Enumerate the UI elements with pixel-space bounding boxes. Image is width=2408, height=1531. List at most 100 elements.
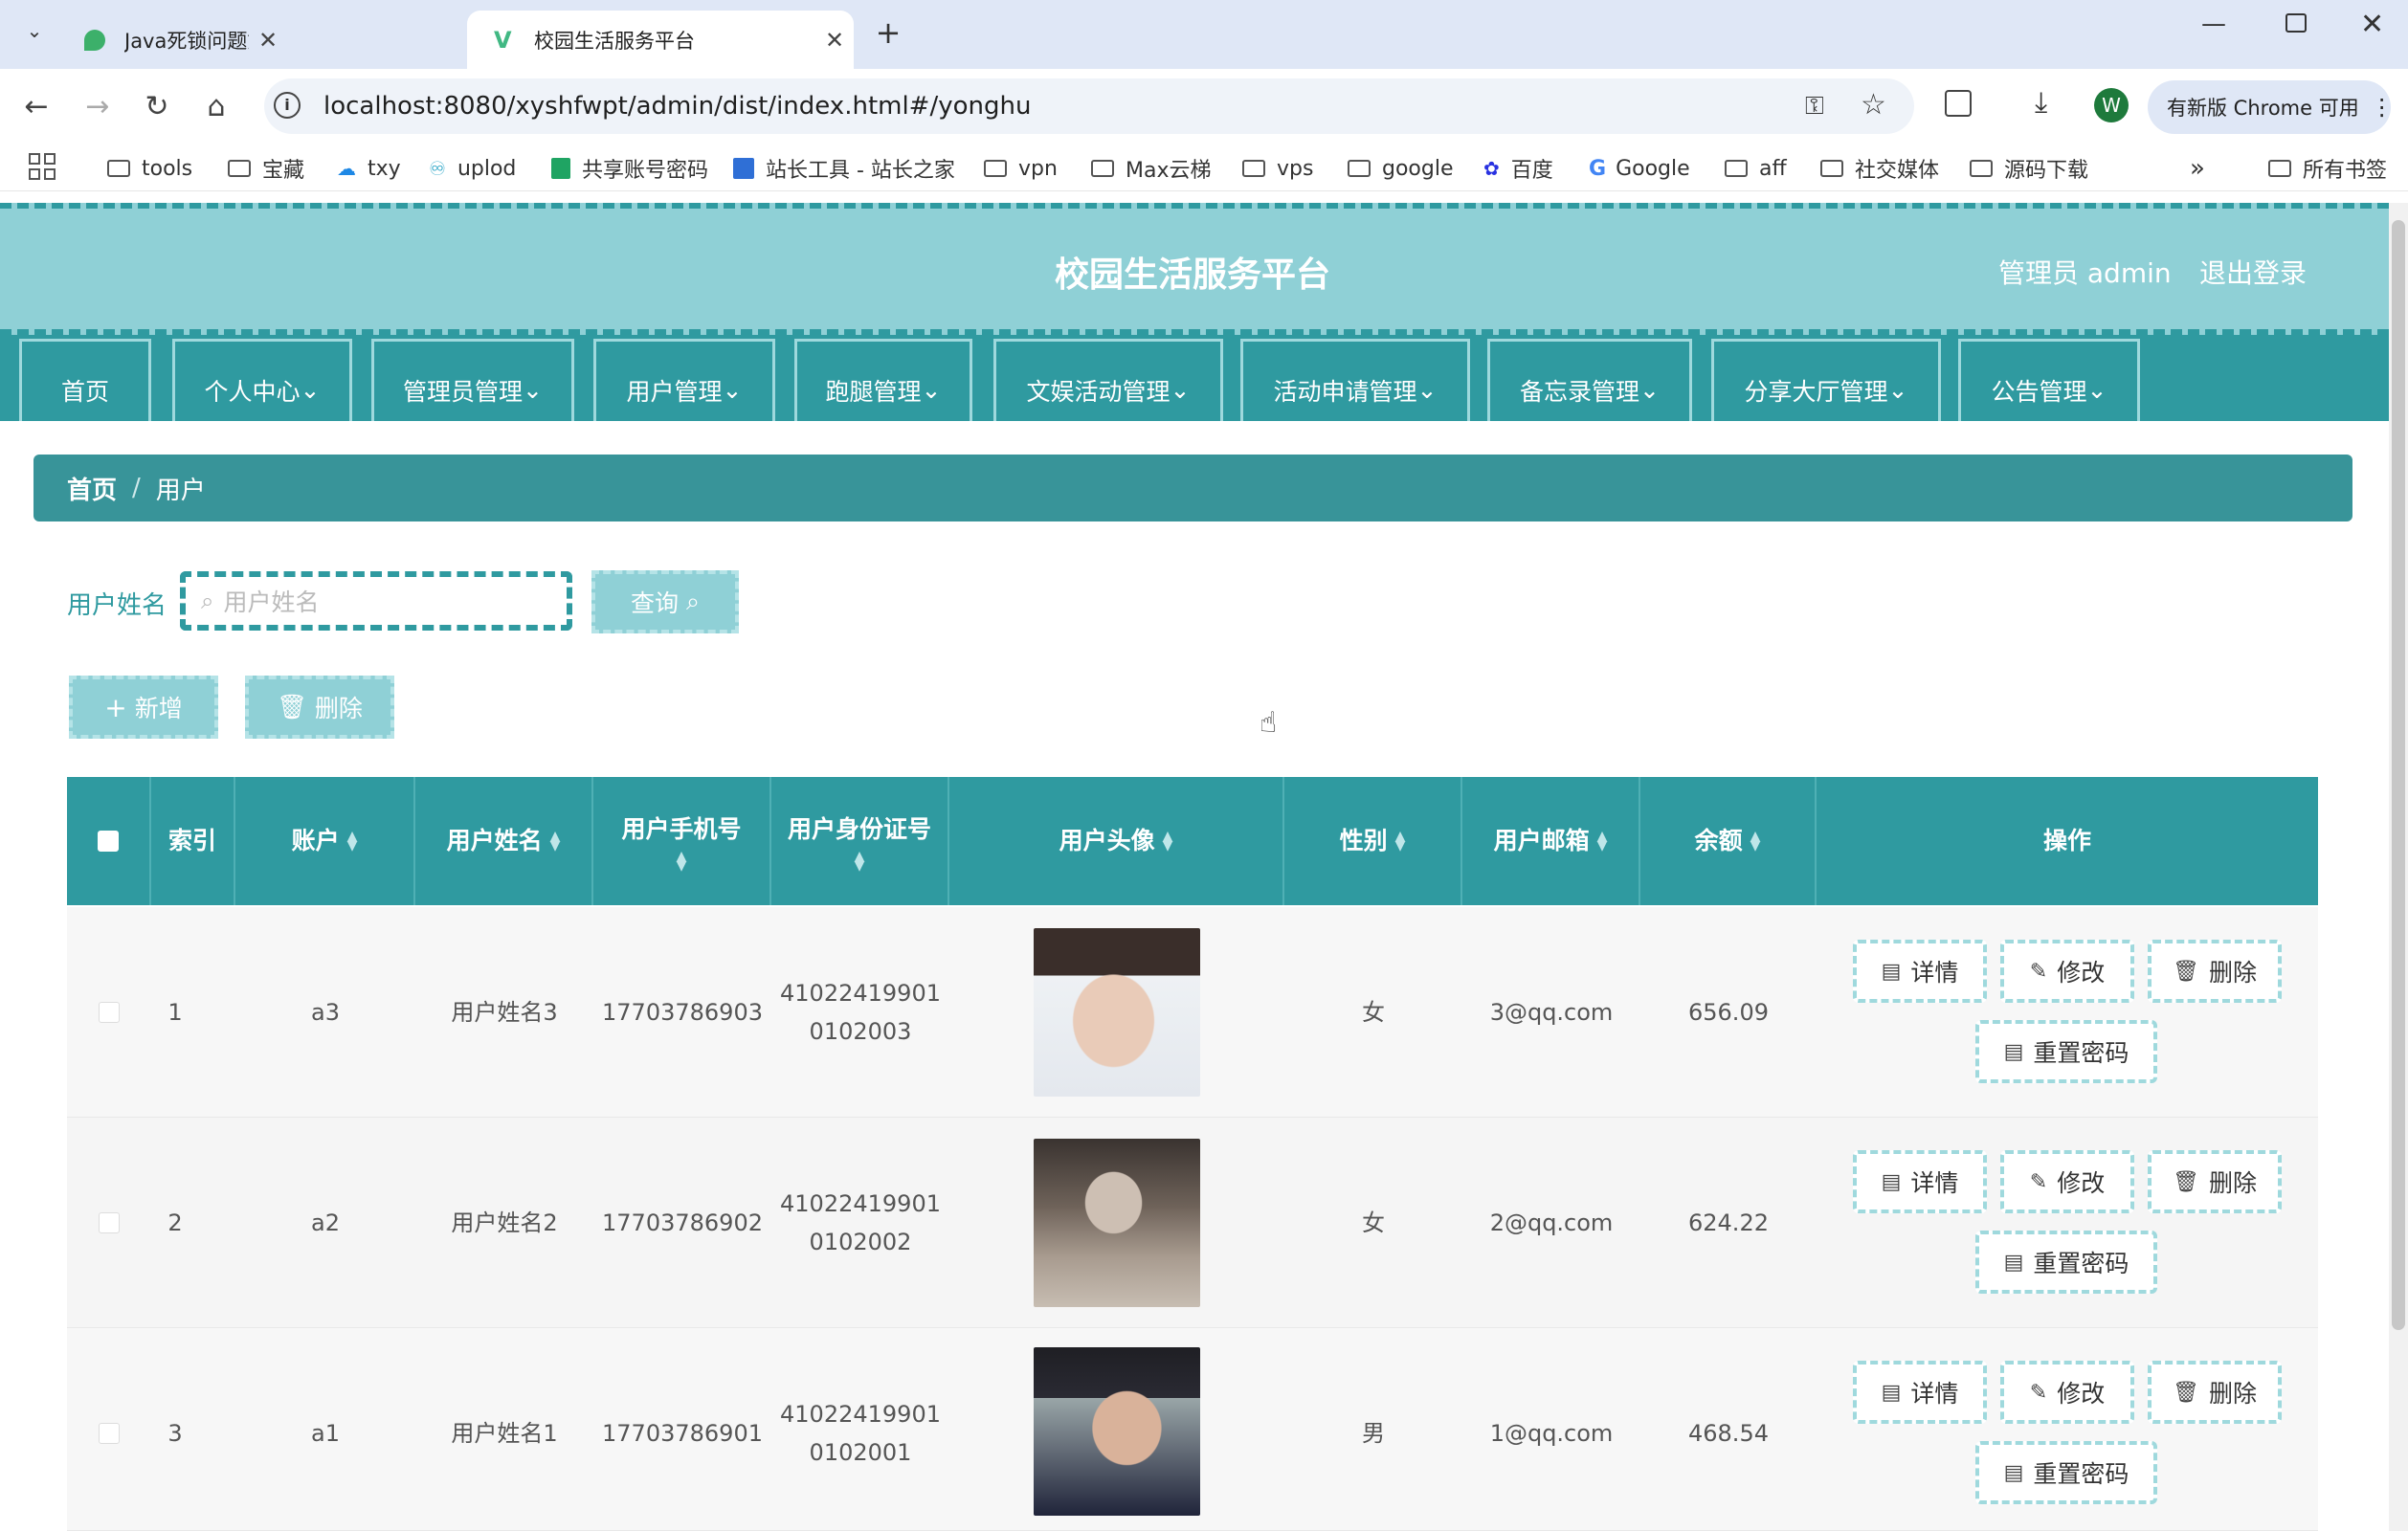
bookmark-aff[interactable]: aff xyxy=(1725,151,1787,186)
detail-button[interactable]: ▤ 详情 xyxy=(1853,940,1987,1003)
nav-activity-requests[interactable]: 活动申请管理 ⌄ xyxy=(1240,339,1470,421)
tab-close-icon[interactable]: ✕ xyxy=(249,27,287,54)
google-g-icon: G xyxy=(1589,156,1607,181)
nav-share-hall[interactable]: 分享大厅管理 ⌄ xyxy=(1711,339,1941,421)
bookmarks-overflow[interactable]: » xyxy=(2190,151,2205,186)
nav-errands[interactable]: 跑腿管理 ⌄ xyxy=(794,339,972,421)
nav-home[interactable]: 首页 xyxy=(19,339,151,421)
extensions-icon[interactable] xyxy=(1945,90,1972,117)
header-gender[interactable]: 性别 ▲ ▼ xyxy=(1284,777,1462,905)
bookmark-baozang[interactable]: 宝藏 xyxy=(228,151,304,186)
delete-button[interactable]: 🗑 删除 xyxy=(2148,1361,2282,1424)
pencil-icon: ✎ xyxy=(2029,1380,2048,1405)
bookmark-source[interactable]: 源码下载 xyxy=(1970,151,2088,186)
key-icon[interactable]: ⚿ xyxy=(1805,92,1824,122)
select-all-checkbox[interactable] xyxy=(98,831,119,852)
query-button[interactable]: 查询 ⌕ xyxy=(591,570,739,633)
sort-icon[interactable]: ▲ ▼ xyxy=(1163,830,1173,853)
edit-button[interactable]: ✎ 修改 xyxy=(2000,940,2134,1003)
batch-delete-button[interactable]: 🗑 删除 xyxy=(245,676,394,739)
reset-password-button[interactable]: ▤ 重置密码 xyxy=(1975,1020,2157,1083)
bookmark-google-folder[interactable]: google xyxy=(1348,151,1454,186)
header-id-number[interactable]: 用户身份证号 ▲ ▼ xyxy=(771,777,949,905)
chrome-update-button[interactable]: 有新版 Chrome 可用 ⋮ xyxy=(2148,80,2394,134)
profile-avatar[interactable]: W xyxy=(2094,88,2129,122)
search-input[interactable]: ⌕ 用户姓名 xyxy=(180,571,572,631)
nav-admins[interactable]: 管理员管理 ⌄ xyxy=(371,339,574,421)
reload-icon[interactable]: ↻ xyxy=(138,88,176,126)
nav-memos[interactable]: 备忘录管理 ⌄ xyxy=(1487,339,1692,421)
detail-button[interactable]: ▤ 详情 xyxy=(1853,1150,1987,1213)
chevron-down-icon: ⌄ xyxy=(1416,376,1438,404)
header-account[interactable]: 账户 ▲ ▼ xyxy=(235,777,415,905)
user-avatar-image[interactable] xyxy=(1034,1347,1200,1516)
header-name[interactable]: 用户姓名 ▲ ▼ xyxy=(415,777,593,905)
reset-password-button[interactable]: ▤ 重置密码 xyxy=(1975,1441,2157,1504)
pencil-icon: ✎ xyxy=(2029,1169,2048,1194)
star-icon[interactable]: ☆ xyxy=(1861,88,1886,122)
bookmark-social[interactable]: 社交媒体 xyxy=(1820,151,1939,186)
nav-notices[interactable]: 公告管理 ⌄ xyxy=(1958,339,2140,421)
bookmark-chinaz[interactable]: 站长工具 - 站长之家 xyxy=(733,151,955,186)
bookmark-vps[interactable]: vps xyxy=(1242,151,1313,186)
forward-icon[interactable]: → xyxy=(78,88,117,126)
edit-button[interactable]: ✎ 修改 xyxy=(2000,1361,2134,1424)
nav-profile[interactable]: 个人中心 ⌄ xyxy=(172,339,352,421)
header-balance[interactable]: 余额 ▲ ▼ xyxy=(1640,777,1817,905)
tab-current[interactable]: V 校园生活服务平台 ✕ xyxy=(467,11,854,69)
tab-java[interactable]: Java死锁问题如何解决 ✕ xyxy=(57,11,287,69)
bookmark-tools[interactable]: tools xyxy=(107,151,192,186)
delete-button[interactable]: 🗑 删除 xyxy=(2148,940,2282,1003)
delete-button[interactable]: 🗑 删除 xyxy=(2148,1150,2282,1213)
url-text[interactable]: localhost:8080/xyshfwpt/admin/dist/index… xyxy=(323,92,1031,121)
cloud-icon: ☁ xyxy=(337,157,356,180)
sort-icon[interactable]: ▲ ▼ xyxy=(677,850,687,873)
bookmark-shared-accounts[interactable]: 共享账号密码 xyxy=(551,151,708,186)
apps-grid-icon[interactable] xyxy=(29,153,56,180)
sort-icon[interactable]: ▲ ▼ xyxy=(1750,830,1761,853)
sort-icon[interactable]: ▲ ▼ xyxy=(1597,830,1608,853)
header-avatar[interactable]: 用户头像 ▲ ▼ xyxy=(949,777,1284,905)
bookmark-txy[interactable]: ☁ txy xyxy=(337,151,401,186)
nav-users[interactable]: 用户管理 ⌄ xyxy=(593,339,775,421)
new-tab-icon[interactable]: + xyxy=(869,13,907,52)
tab-search-chevron-icon[interactable]: ⌄ xyxy=(17,13,52,48)
sort-icon[interactable]: ▲ ▼ xyxy=(550,830,561,853)
nav-activities[interactable]: 文娱活动管理 ⌄ xyxy=(993,339,1223,421)
download-icon[interactable]: ⤓ xyxy=(2035,86,2047,120)
detail-button[interactable]: ▤ 详情 xyxy=(1853,1361,1987,1424)
cell-email: 2@qq.com xyxy=(1489,1209,1614,1236)
bookmark-vpn[interactable]: vpn xyxy=(984,151,1058,186)
bookmark-max[interactable]: Max云梯 xyxy=(1091,151,1211,186)
document-icon: ▤ xyxy=(2003,1039,2024,1064)
cell-gender: 女 xyxy=(1362,1209,1385,1236)
row-checkbox[interactable] xyxy=(99,1002,120,1023)
cell-index: 2 xyxy=(167,1209,183,1236)
row-checkbox[interactable] xyxy=(99,1423,120,1444)
minimize-icon[interactable]: — xyxy=(2201,10,2226,38)
bookmark-baidu[interactable]: ✿ 百度 xyxy=(1483,151,1553,186)
home-icon[interactable]: ⌂ xyxy=(197,88,235,126)
sort-icon[interactable]: ▲ ▼ xyxy=(1395,830,1406,853)
back-icon[interactable]: ← xyxy=(17,88,56,126)
add-button[interactable]: + 新增 xyxy=(69,676,218,739)
breadcrumb-home[interactable]: 首页 xyxy=(67,471,117,506)
sort-icon[interactable]: ▲ ▼ xyxy=(855,850,865,873)
window-close-icon[interactable]: ✕ xyxy=(2360,8,2384,41)
bookmark-google[interactable]: G Google xyxy=(1589,151,1690,186)
user-avatar-image[interactable] xyxy=(1034,1139,1200,1307)
bookmark-uplod[interactable]: ♾ uplod xyxy=(429,151,516,186)
reset-password-button[interactable]: ▤ 重置密码 xyxy=(1975,1231,2157,1294)
header-email[interactable]: 用户邮箱 ▲ ▼ xyxy=(1462,777,1640,905)
site-info-icon[interactable]: i xyxy=(274,92,301,119)
sort-icon[interactable]: ▲ ▼ xyxy=(347,830,358,853)
header-phone[interactable]: 用户手机号 ▲ ▼ xyxy=(593,777,771,905)
logout-link[interactable]: 退出登录 xyxy=(2199,253,2307,291)
edit-button[interactable]: ✎ 修改 xyxy=(2000,1150,2134,1213)
user-avatar-image[interactable] xyxy=(1034,928,1200,1097)
all-bookmarks[interactable]: 所有书签 xyxy=(2268,151,2387,186)
scrollbar-thumb[interactable] xyxy=(2392,220,2405,1330)
tab-close-icon[interactable]: ✕ xyxy=(815,27,854,54)
restore-icon[interactable] xyxy=(2285,13,2307,33)
row-checkbox[interactable] xyxy=(99,1212,120,1233)
